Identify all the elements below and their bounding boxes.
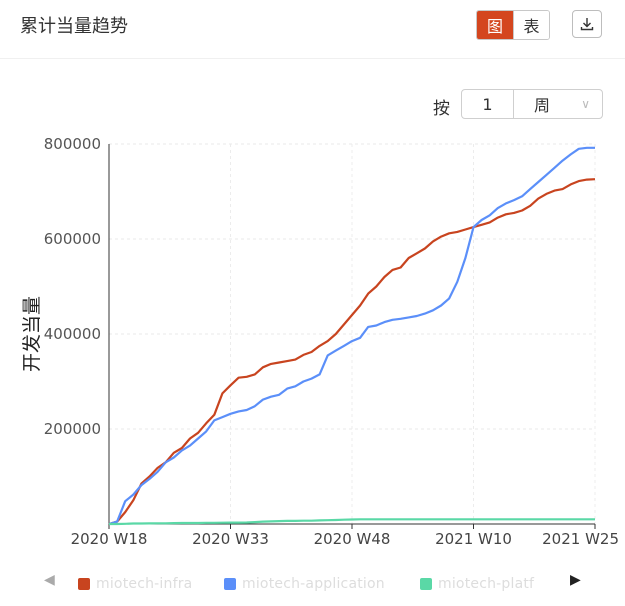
y-tick-label: 800000 [44,135,101,153]
legend-item-application[interactable]: miotech-application [224,574,385,594]
grid-layer [108,143,596,524]
left-triangle-icon[interactable]: ◀ [44,572,55,588]
legend: ◀ miotech-infra miotech-application miot… [0,570,625,598]
legend-item-platf[interactable]: miotech-platf [420,574,534,594]
y-tick-label: 600000 [44,230,101,248]
x-tick-label: 2020 W33 [192,530,269,548]
right-triangle-icon[interactable]: ▶ [570,572,581,588]
cumulative-trend-chart: 800000 600000 400000 200000 2020 W18 2020 W33… [21,135,619,548]
label-layer: 800000 600000 400000 200000 2020 W18 2020 W33… [21,135,619,548]
y-tick-label: 400000 [44,325,101,343]
legend-label: miotech-platf [438,576,535,592]
y-tick-label: 200000 [44,420,101,438]
legend-label: miotech-infra [96,576,193,592]
x-tick-label: 2021 W25 [542,530,619,548]
y-axis-title: 开发当量 [21,296,43,372]
legend-swatch [420,578,432,590]
legend-item-infra[interactable]: miotech-infra [78,574,192,594]
legend-label: miotech-application [242,576,385,592]
x-tick-label: 2020 W48 [314,530,391,548]
legend-swatch [78,578,90,590]
x-tick-label: 2020 W18 [71,530,148,548]
legend-swatch [224,578,236,590]
x-tick-label: 2021 W10 [435,530,512,548]
